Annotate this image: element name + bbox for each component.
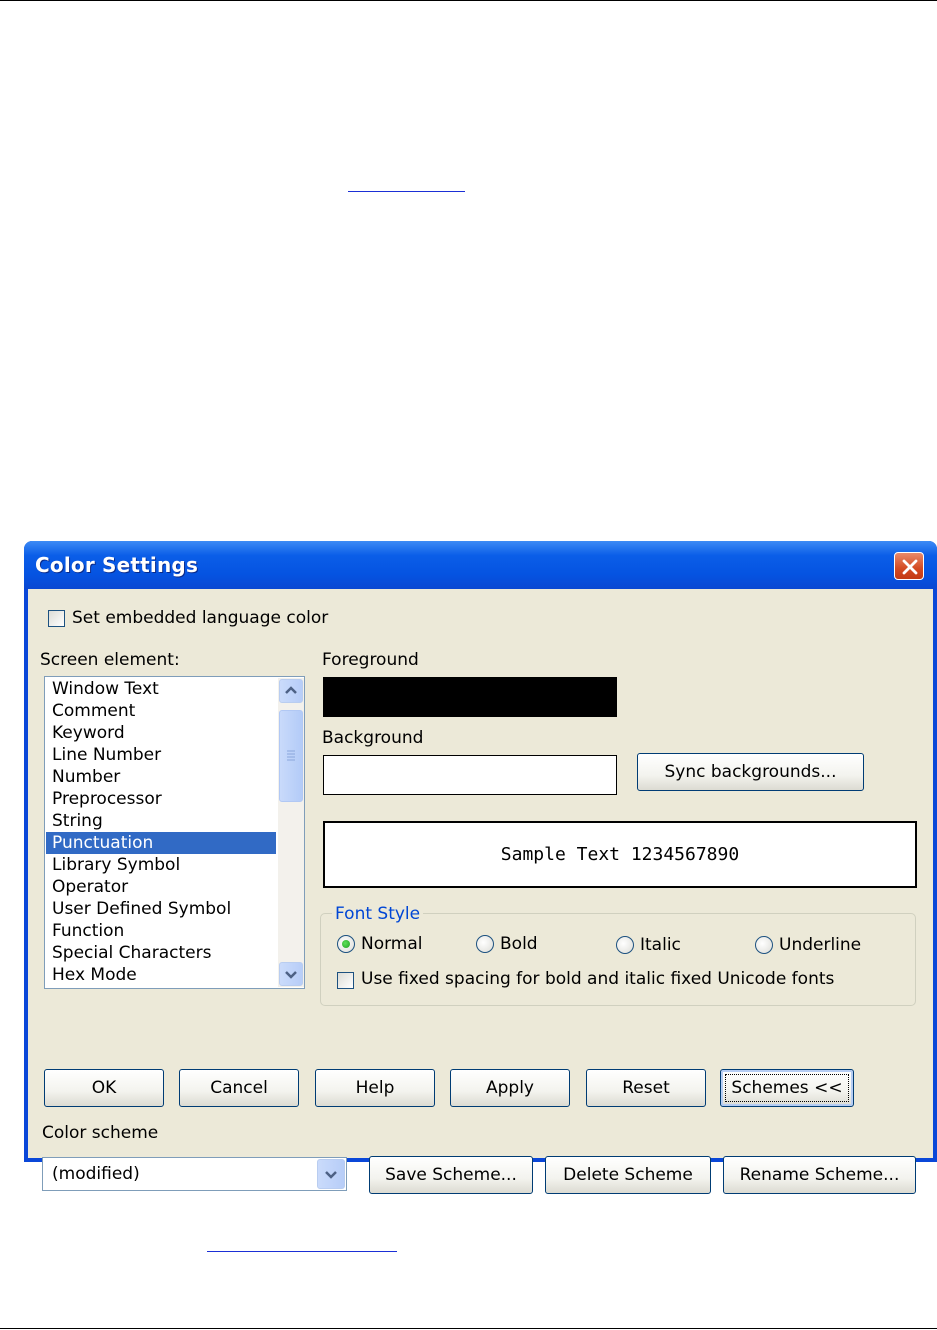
scroll-down-button[interactable] xyxy=(279,962,303,986)
close-button[interactable] xyxy=(894,552,924,580)
sample-text-preview: Sample Text 1234567890 xyxy=(323,821,917,888)
radio-bold-label: Bold xyxy=(500,934,538,954)
embedded-language-checkbox[interactable] xyxy=(48,610,65,627)
screen-element-listbox[interactable]: Window Text Comment Keyword Line Number Numb… xyxy=(44,676,305,989)
foreground-color-swatch[interactable] xyxy=(323,677,617,717)
background-color-swatch[interactable] xyxy=(323,755,617,795)
list-item[interactable]: Function xyxy=(46,920,276,942)
radio-normal[interactable] xyxy=(337,935,355,953)
help-button[interactable]: Help xyxy=(315,1069,435,1107)
scroll-up-button[interactable] xyxy=(279,679,303,703)
ok-button[interactable]: OK xyxy=(44,1069,164,1107)
color-scheme-value: (modified) xyxy=(52,1164,140,1184)
dialog-client-area: Set embedded language color Screen eleme… xyxy=(28,589,933,1194)
list-item[interactable]: Keyword xyxy=(46,722,276,744)
save-scheme-button[interactable]: Save Scheme... xyxy=(369,1156,533,1194)
fixed-spacing-label: Use fixed spacing for bold and italic fi… xyxy=(361,969,835,989)
list-item[interactable]: Operator xyxy=(46,876,276,898)
delete-scheme-button[interactable]: Delete Scheme xyxy=(545,1156,711,1194)
radio-underline[interactable] xyxy=(755,936,773,954)
list-item[interactable]: Punctuation xyxy=(46,832,276,854)
reset-button[interactable]: Reset xyxy=(586,1069,706,1107)
color-scheme-dropdown[interactable]: (modified) xyxy=(42,1157,347,1191)
fixed-spacing-checkbox[interactable] xyxy=(337,972,354,989)
radio-italic-label: Italic xyxy=(640,935,681,955)
radio-selected-dot xyxy=(342,940,350,948)
cancel-button[interactable]: Cancel xyxy=(179,1069,299,1107)
schemes-button[interactable]: Schemes << xyxy=(720,1069,854,1107)
bottom-rule xyxy=(0,1328,937,1329)
color-settings-dialog: Color Settings Set embedded language col… xyxy=(24,541,937,1194)
dropdown-arrow-button[interactable] xyxy=(317,1159,345,1189)
link-underline-bottom[interactable] xyxy=(207,1251,397,1252)
embedded-language-label: Set embedded language color xyxy=(72,608,329,628)
dialog-title: Color Settings xyxy=(35,553,199,577)
list-item[interactable]: Comment xyxy=(46,700,276,722)
scroll-thumb[interactable] xyxy=(279,710,303,802)
radio-normal-label: Normal xyxy=(361,934,423,954)
apply-button[interactable]: Apply xyxy=(450,1069,570,1107)
list-item[interactable]: Preprocessor xyxy=(46,788,276,810)
list-item[interactable]: Window Text xyxy=(46,678,276,700)
font-style-group xyxy=(320,913,916,1006)
sync-backgrounds-button[interactable]: Sync backgrounds... xyxy=(637,753,864,791)
color-scheme-label: Color scheme xyxy=(42,1123,159,1143)
foreground-label: Foreground xyxy=(322,650,419,670)
list-item[interactable]: Special Characters xyxy=(46,942,276,964)
list-item[interactable]: Hex Mode xyxy=(46,964,276,986)
radio-underline-label: Underline xyxy=(779,935,862,955)
chevron-up-icon xyxy=(285,686,297,694)
focus-ring xyxy=(725,1074,849,1102)
close-icon xyxy=(902,559,918,575)
screen-element-label: Screen element: xyxy=(40,650,180,670)
list-item[interactable]: String xyxy=(46,810,276,832)
chevron-down-icon xyxy=(325,1171,337,1179)
list-item[interactable]: Line Number xyxy=(46,744,276,766)
font-style-title: Font Style xyxy=(332,904,424,924)
link-underline-top[interactable] xyxy=(348,191,465,192)
list-item[interactable]: Library Symbol xyxy=(46,854,276,876)
radio-italic[interactable] xyxy=(616,936,634,954)
grip-icon xyxy=(287,750,295,761)
listbox-scrollbar[interactable] xyxy=(278,678,304,987)
list-item[interactable]: Number xyxy=(46,766,276,788)
radio-bold[interactable] xyxy=(476,935,494,953)
top-rule xyxy=(0,0,937,1)
rename-scheme-button[interactable]: Rename Scheme... xyxy=(723,1156,916,1194)
background-label: Background xyxy=(322,728,424,748)
list-item[interactable]: User Defined Symbol xyxy=(46,898,276,920)
chevron-down-icon xyxy=(285,971,297,979)
title-bar[interactable]: Color Settings xyxy=(24,541,937,589)
